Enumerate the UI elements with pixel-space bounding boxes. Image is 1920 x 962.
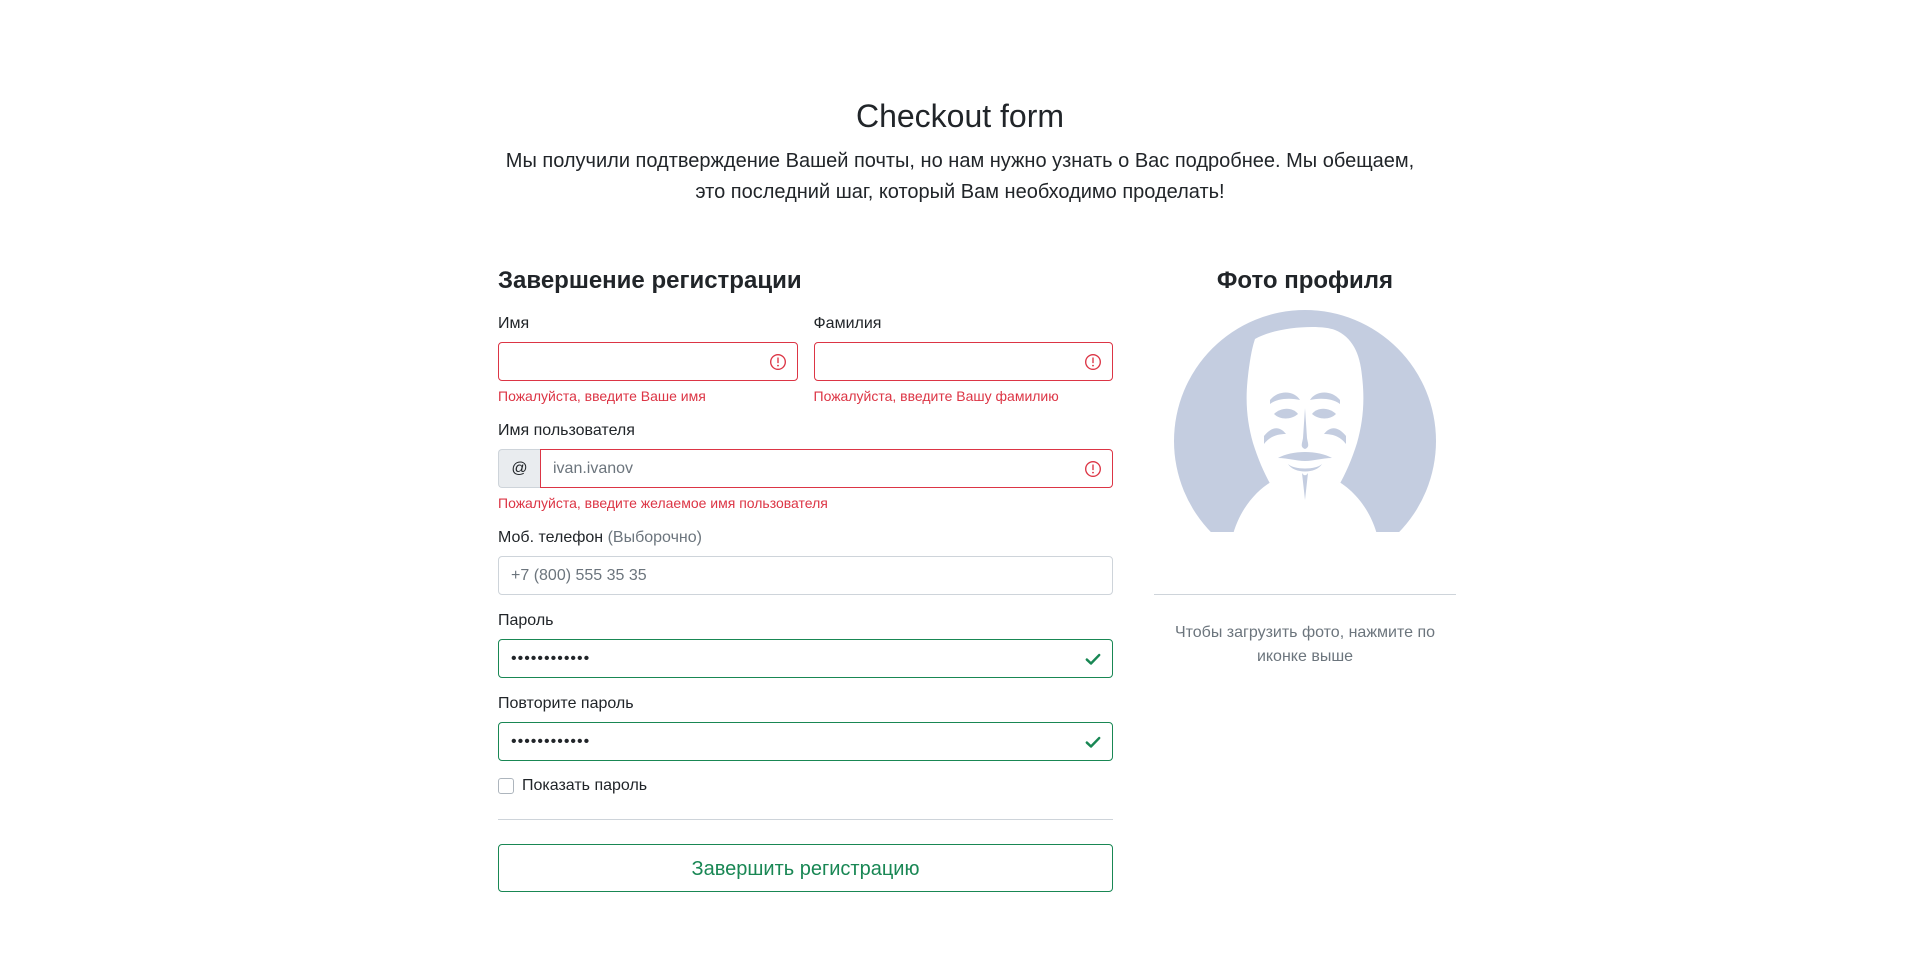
phone-optional-note: (Выборочно) xyxy=(607,529,702,546)
exclamation-circle-icon xyxy=(1085,353,1101,370)
last-name-input[interactable] xyxy=(813,342,1113,381)
phone-input[interactable]: +7 (800) 555 35 35 xyxy=(498,556,1113,595)
page-description: Мы получили подтверждение Вашей почты, н… xyxy=(505,150,1415,203)
phone-label-text: Моб. телефон xyxy=(498,529,604,546)
username-error: Пожалуйста, введите желаемое имя пользов… xyxy=(498,495,828,511)
anonymous-mask-avatar-icon[interactable] xyxy=(1174,310,1436,538)
password-repeat-label: Повторите пароль xyxy=(498,695,634,712)
last-name-label: Фамилия xyxy=(813,315,882,332)
password-repeat-group: Повторите пароль •••••••••••• xyxy=(498,694,1113,761)
password-repeat-input[interactable]: •••••••••••• xyxy=(498,722,1113,761)
photo-title: Фото профиля xyxy=(1216,267,1394,294)
last-name-error: Пожалуйста, введите Вашу фамилию xyxy=(813,388,1059,404)
complete-registration-button[interactable]: Завершить регистрацию xyxy=(498,844,1113,892)
first-name-error: Пожалуйста, введите Ваше имя xyxy=(498,388,706,404)
registration-form: Завершение регистрации Имя Пожалуйста, в… xyxy=(498,266,1113,892)
last-name-group: Фамилия Пожалуйста, введите Вашу фамилию xyxy=(813,314,1113,405)
username-group: Имя пользователя @ ivan.ivanov Пожалуйст… xyxy=(498,421,1113,512)
form-divider xyxy=(498,819,1113,820)
first-name-group: Имя Пожалуйста, введите Ваше имя xyxy=(498,314,798,405)
first-name-label: Имя xyxy=(498,315,530,332)
password-repeat-value: •••••••••••• xyxy=(511,732,591,750)
form-title: Завершение регистрации xyxy=(498,267,802,294)
username-placeholder: ivan.ivanov xyxy=(553,459,634,477)
check-icon xyxy=(1085,653,1101,665)
profile-photo-panel: Фото профиля Чтобы загрузить фото, нажми… xyxy=(1154,266,1456,669)
password-group: Пароль •••••••••••• xyxy=(498,611,1113,678)
username-label: Имя пользователя xyxy=(498,422,635,439)
show-password-label[interactable]: Показать пароль xyxy=(522,777,647,795)
exclamation-circle-icon xyxy=(1085,460,1101,477)
photo-divider xyxy=(1154,594,1456,595)
show-password-row: Показать пароль xyxy=(498,777,1113,795)
password-value: •••••••••••• xyxy=(511,649,591,667)
first-name-input[interactable] xyxy=(498,342,798,381)
show-password-checkbox[interactable] xyxy=(498,778,514,794)
password-label: Пароль xyxy=(498,612,554,629)
password-input[interactable]: •••••••••••• xyxy=(498,639,1113,678)
page-header: Checkout form Мы получили подтверждение … xyxy=(0,96,1920,208)
phone-group: Моб. телефон (Выборочно) +7 (800) 555 35… xyxy=(498,528,1113,595)
phone-label: Моб. телефон (Выборочно) xyxy=(498,528,1113,548)
exclamation-circle-icon xyxy=(769,353,786,370)
page-title: Checkout form xyxy=(855,98,1065,134)
at-sign-prefix: @ xyxy=(498,449,540,488)
phone-placeholder: +7 (800) 555 35 35 xyxy=(511,566,647,584)
name-row: Имя Пожалуйста, введите Ваше имя Фамилия xyxy=(498,314,1113,421)
photo-upload-hint: Чтобы загрузить фото, нажмите по иконке … xyxy=(1174,624,1436,665)
username-input[interactable]: ivan.ivanov xyxy=(540,449,1113,488)
username-input-group: @ ivan.ivanov xyxy=(498,449,1113,488)
check-icon xyxy=(1085,736,1101,748)
